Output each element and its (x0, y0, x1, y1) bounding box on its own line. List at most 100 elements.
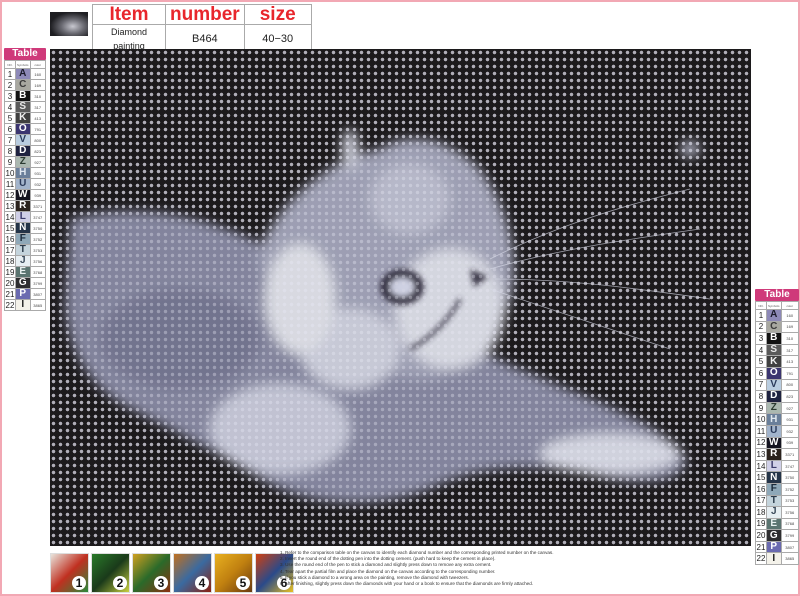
diamond-grid-overlay (50, 49, 751, 546)
color-table-row: 12 W 939 (4, 189, 47, 201)
row-color-code: 3865 (780, 552, 800, 566)
step-number-badge: 3 (154, 576, 168, 590)
color-table-row: 10 H 931 (755, 413, 800, 426)
instruction-line: 6. After finishing, slightly press down … (280, 581, 534, 587)
row-symbol: D (766, 390, 782, 403)
row-number: 9 (4, 156, 16, 168)
row-symbol: B (766, 332, 782, 345)
row-number: 16 (4, 233, 16, 245)
color-table-row: 22 I 3865 (755, 552, 800, 566)
color-table-row: 19 E 3768 (4, 266, 47, 278)
row-symbol: P (15, 288, 31, 300)
row-color-code: 317 (780, 343, 800, 357)
color-table-row: 1 A 160 (755, 309, 800, 322)
row-number: 1 (4, 68, 16, 80)
color-table-row: 11 U 932 (755, 424, 800, 438)
row-symbol: U (766, 424, 782, 438)
row-number: 14 (4, 211, 16, 223)
color-table-row: 22 I 3865 (4, 299, 47, 311)
row-symbol: H (766, 413, 782, 426)
row-color-code: 3768 (29, 266, 47, 278)
row-symbol: F (15, 233, 31, 245)
color-table-row: 8 D 823 (4, 145, 47, 157)
row-number: 6 (4, 123, 16, 135)
row-number: 3 (4, 90, 16, 102)
row-color-code: 3756 (780, 506, 800, 519)
color-table-row: 21 P 3807 (4, 288, 47, 300)
pattern-canvas (50, 49, 751, 546)
row-color-code: 3756 (29, 255, 47, 267)
cat-artwork (50, 49, 751, 546)
row-color-code: 169 (780, 320, 800, 334)
row-number: 18 (755, 506, 767, 519)
row-color-code: 3807 (29, 288, 47, 300)
row-symbol: G (766, 529, 782, 542)
color-table-row: 7 V 800 (755, 378, 800, 392)
row-number: 10 (4, 167, 16, 179)
row-symbol: N (15, 222, 31, 234)
step-image: 2 (91, 553, 130, 593)
row-number: 14 (755, 459, 767, 473)
row-symbol: R (15, 200, 31, 212)
row-number: 17 (4, 244, 16, 256)
row-number: 10 (755, 413, 767, 426)
row-number: 19 (755, 517, 767, 531)
row-color-code: 939 (780, 436, 800, 450)
row-number: 12 (755, 436, 767, 450)
header-number: number (165, 4, 245, 25)
color-table-row: 11 U 932 (4, 178, 47, 190)
row-color-code: 800 (780, 378, 800, 392)
instruction-steps-images: 123456 (50, 553, 294, 593)
row-number: 8 (4, 145, 16, 157)
color-table-row: 5 K 413 (755, 355, 800, 368)
color-table-row: 1 A 160 (4, 68, 47, 80)
row-symbol: R (766, 448, 782, 461)
row-number: 5 (4, 112, 16, 124)
step-image: 3 (132, 553, 171, 593)
row-number: 18 (4, 255, 16, 267)
row-symbol: E (15, 266, 31, 278)
color-table-row: 2 C 169 (755, 320, 800, 334)
color-table-row: 18 J 3756 (755, 506, 800, 519)
color-table-row: 20 G 3799 (755, 529, 800, 542)
row-number: 8 (755, 390, 767, 403)
row-color-code: 3807 (780, 540, 800, 554)
row-number: 4 (755, 343, 767, 357)
row-color-code: 3371 (780, 448, 800, 461)
color-table-row: 4 S 317 (755, 343, 800, 357)
row-symbol: T (15, 244, 31, 256)
row-number: 20 (755, 529, 767, 542)
row-symbol: G (15, 277, 31, 289)
row-color-code: 3799 (780, 529, 800, 542)
row-number: 7 (755, 378, 767, 392)
row-symbol: U (15, 178, 31, 190)
row-number: 11 (4, 178, 16, 190)
color-table-row: 3 B 310 (4, 90, 47, 102)
row-symbol: F (766, 482, 782, 496)
instructions-list: 1. Refer to the comparison table on the … (280, 550, 760, 587)
row-color-code: 3752 (29, 233, 47, 245)
row-color-code: 3750 (29, 222, 47, 234)
row-symbol: S (766, 343, 782, 357)
color-table-row: 14 L 3747 (4, 211, 47, 223)
row-color-code: 932 (29, 178, 47, 190)
row-color-code: 932 (780, 424, 800, 438)
row-color-code: 3750 (780, 471, 800, 484)
color-table-row: 8 D 823 (755, 390, 800, 403)
row-color-code: 160 (29, 68, 47, 80)
row-color-code: 927 (780, 401, 800, 415)
step-image: 4 (173, 553, 212, 593)
color-table-row: 9 Z 927 (4, 156, 47, 168)
step-number-badge: 4 (195, 576, 209, 590)
row-symbol: C (766, 320, 782, 334)
row-color-code: 3747 (780, 459, 800, 473)
row-symbol: O (766, 366, 782, 380)
color-table-row: 7 V 800 (4, 134, 47, 146)
color-table-right: Table NO. Symbols color 1 A 160 2 C 169 3 B 310 4… (755, 289, 800, 566)
row-color-code: 317 (29, 101, 47, 113)
row-symbol: W (766, 436, 782, 450)
row-number: 1 (755, 309, 767, 322)
row-color-code: 3799 (29, 277, 47, 289)
product-thumbnail (50, 12, 88, 36)
row-number: 15 (755, 471, 767, 484)
